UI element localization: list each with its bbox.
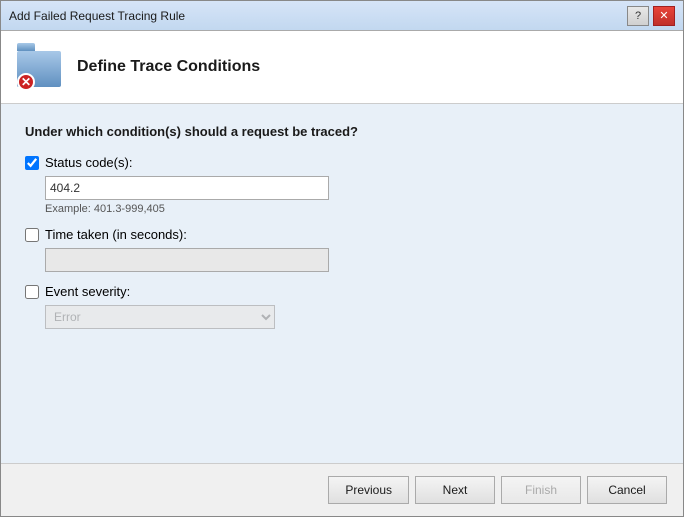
status-code-option: Status code(s): Example: 401.3-999,405 — [25, 155, 659, 215]
window-title: Add Failed Request Tracing Rule — [9, 9, 185, 23]
status-code-checkbox[interactable] — [25, 156, 39, 170]
finish-button[interactable]: Finish — [501, 476, 581, 504]
header-title: Define Trace Conditions — [77, 58, 260, 76]
footer-section: Previous Next Finish Cancel — [1, 463, 683, 516]
content-area: Under which condition(s) should a reques… — [1, 104, 683, 463]
cancel-button[interactable]: Cancel — [587, 476, 667, 504]
time-taken-option: Time taken (in seconds): — [25, 227, 659, 272]
time-taken-label[interactable]: Time taken (in seconds): — [25, 227, 659, 242]
status-code-example: Example: 401.3-999,405 — [45, 203, 659, 215]
event-severity-label[interactable]: Event severity: — [25, 284, 659, 299]
event-severity-select[interactable]: Error Warning Critical Error — [45, 305, 275, 329]
time-taken-checkbox[interactable] — [25, 228, 39, 242]
status-code-input[interactable] — [45, 176, 329, 200]
time-taken-label-text: Time taken (in seconds): — [45, 227, 187, 242]
time-taken-input[interactable] — [45, 248, 329, 272]
status-code-label[interactable]: Status code(s): — [25, 155, 659, 170]
error-badge-icon: ✕ — [17, 73, 35, 91]
close-button[interactable]: ✕ — [653, 6, 675, 26]
previous-button[interactable]: Previous — [328, 476, 409, 504]
event-severity-checkbox[interactable] — [25, 285, 39, 299]
event-severity-label-text: Event severity: — [45, 284, 130, 299]
event-severity-option: Event severity: Error Warning Critical E… — [25, 284, 659, 329]
next-button[interactable]: Next — [415, 476, 495, 504]
header-section: ✕ Define Trace Conditions — [1, 31, 683, 104]
header-icon: ✕ — [17, 43, 65, 91]
status-code-label-text: Status code(s): — [45, 155, 132, 170]
title-bar-buttons: ? ✕ — [627, 6, 675, 26]
help-button[interactable]: ? — [627, 6, 649, 26]
dialog-window: Add Failed Request Tracing Rule ? ✕ ✕ De… — [0, 0, 684, 517]
section-question: Under which condition(s) should a reques… — [25, 124, 659, 139]
title-bar: Add Failed Request Tracing Rule ? ✕ — [1, 1, 683, 31]
